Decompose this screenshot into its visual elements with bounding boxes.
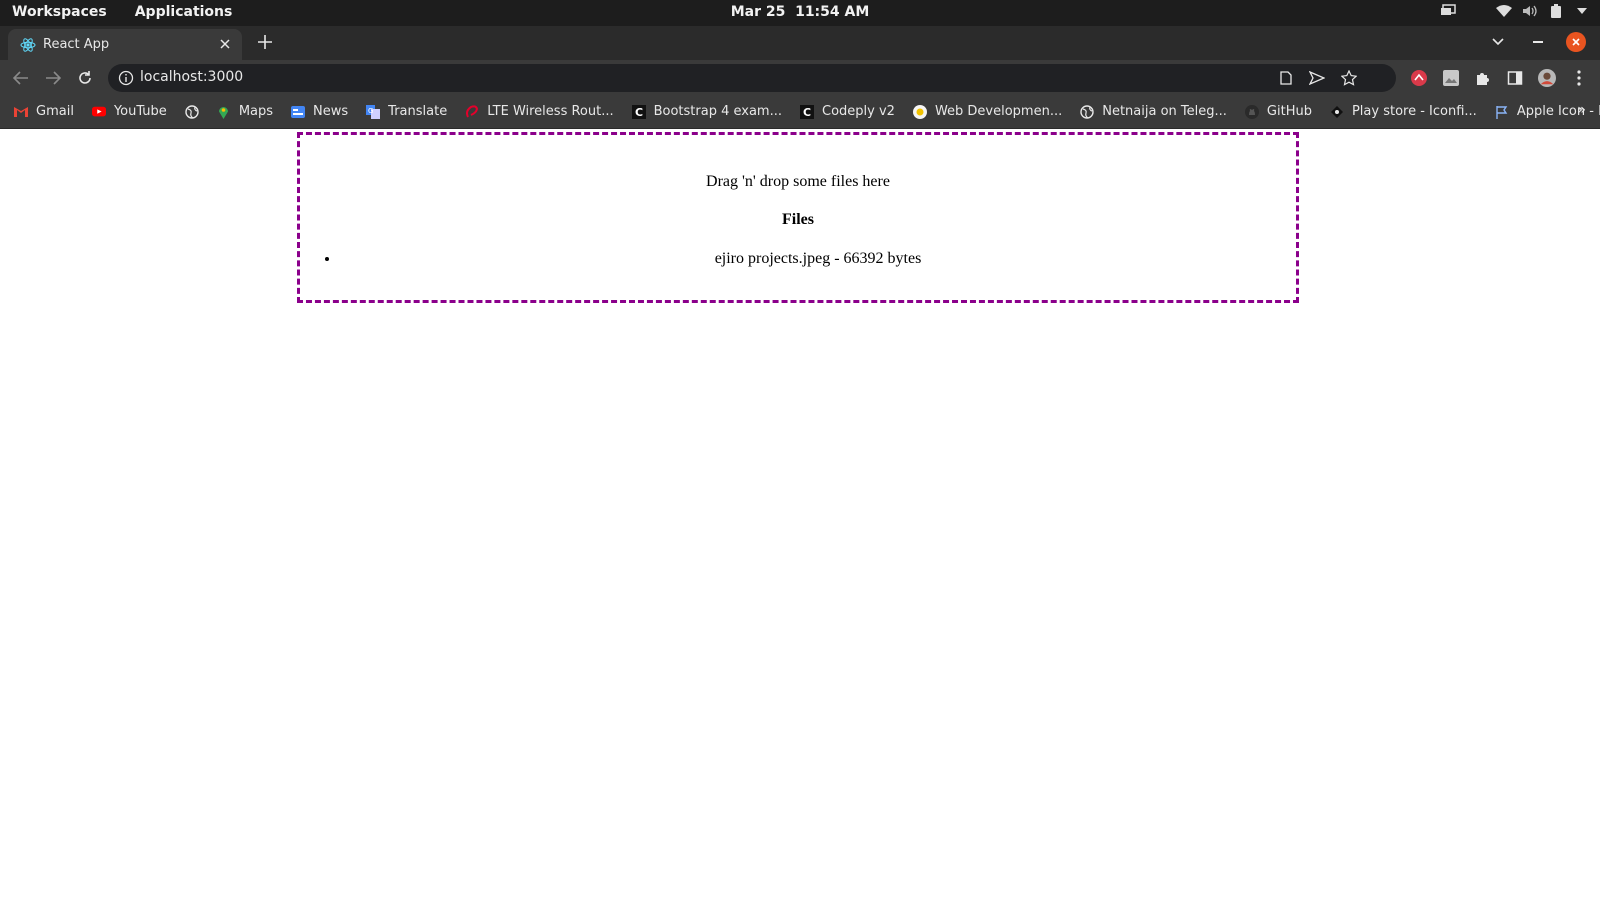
new-tab-plus-icon[interactable]	[254, 31, 276, 53]
more-bookmarks-chevron-icon[interactable]: »	[1577, 102, 1586, 118]
clock-time[interactable]: 11:54 AM	[795, 4, 869, 20]
bookmark-codeply[interactable]: C Codeply v2	[800, 104, 895, 119]
wifi-icon[interactable]	[1496, 3, 1512, 19]
address-bar[interactable]: localhost:3000	[108, 64, 1396, 92]
tab-strip: React App	[0, 26, 1600, 60]
extensions-puzzle-icon[interactable]	[1474, 69, 1492, 87]
profile-avatar-icon[interactable]	[1538, 69, 1556, 87]
svg-text:C: C	[803, 106, 811, 119]
tab-close-icon[interactable]	[216, 35, 234, 53]
tab-react-app[interactable]: React App	[8, 29, 242, 60]
reload-icon[interactable]	[74, 67, 96, 89]
list-item: ejiro projects.jpeg - 66392 bytes	[340, 250, 1296, 268]
extension-red-icon[interactable]	[1410, 69, 1428, 87]
bookmark-label: News	[313, 104, 349, 119]
bookmark-label: Gmail	[36, 104, 74, 119]
news-icon	[291, 105, 306, 119]
bookmark-label: YouTube	[113, 104, 167, 119]
iconfinder-icon	[1330, 105, 1344, 119]
kebab-menu-icon[interactable]	[1570, 69, 1588, 87]
youtube-icon	[91, 105, 106, 119]
window-close-icon[interactable]	[1566, 32, 1586, 52]
bookmark-github[interactable]: GitHub	[1244, 104, 1312, 119]
clock[interactable]: Mar 25 11:54 AM	[0, 4, 1600, 20]
codeply-c-icon: C	[631, 104, 646, 119]
send-icon[interactable]	[1309, 70, 1325, 86]
airtel-icon	[465, 104, 479, 119]
bookmark-globe[interactable]	[185, 104, 199, 119]
bookmarks-bar: Gmail YouTube Maps News G Translate LTE …	[0, 96, 1600, 129]
codeply-c-icon: C	[800, 104, 814, 119]
bookmark-label: LTE Wireless Rout...	[487, 104, 614, 119]
side-panel-icon[interactable]	[1506, 69, 1524, 87]
bookmark-translate[interactable]: G Translate	[366, 104, 447, 119]
url-text[interactable]: localhost:3000	[140, 69, 243, 85]
bookmark-star-icon[interactable]	[1341, 70, 1357, 86]
react-logo-icon	[20, 37, 36, 53]
applications-menu[interactable]: Applications	[135, 4, 233, 20]
extension-picture-icon[interactable]	[1442, 69, 1460, 87]
bookmark-label: Maps	[238, 104, 274, 119]
bookmark-label: Translate	[388, 104, 448, 119]
flag-icon	[1495, 105, 1509, 119]
forward-arrow-icon[interactable]	[42, 67, 64, 89]
web-dev-icon	[912, 104, 927, 119]
workspaces-menu[interactable]: Workspaces	[12, 4, 107, 20]
translate-icon: G	[366, 104, 381, 119]
volume-icon[interactable]	[1522, 3, 1538, 19]
bookmark-label: Web Developmen...	[934, 104, 1063, 119]
github-icon	[1244, 104, 1259, 119]
back-arrow-icon[interactable]	[10, 67, 32, 89]
os-top-bar: Workspaces Applications Mar 25 11:54 AM	[0, 0, 1600, 26]
page-icon[interactable]	[1278, 70, 1294, 86]
screen-share-icon[interactable]	[1440, 3, 1456, 19]
bookmark-label: Bootstrap 4 exam...	[653, 104, 782, 119]
bookmark-label: GitHub	[1266, 104, 1312, 119]
toolbar: localhost:3000	[0, 60, 1600, 96]
bookmark-netnaija[interactable]: Netnaija on Teleg...	[1080, 104, 1227, 119]
gmail-icon	[14, 105, 28, 119]
minimize-icon[interactable]	[1526, 30, 1550, 54]
file-dropzone[interactable]: Drag 'n' drop some files here Files ejir…	[297, 132, 1299, 303]
bookmark-news[interactable]: News	[291, 104, 348, 119]
bookmark-label: Play store - Iconfi...	[1351, 104, 1477, 119]
battery-icon[interactable]	[1548, 3, 1564, 19]
bookmark-label: Netnaija on Teleg...	[1102, 104, 1227, 119]
bookmark-gmail[interactable]: Gmail	[14, 104, 74, 119]
maps-pin-icon	[217, 105, 231, 119]
globe-icon	[185, 104, 199, 119]
file-size: 66392 bytes	[843, 250, 922, 267]
bookmark-web-development[interactable]: Web Developmen...	[912, 104, 1063, 119]
files-heading: Files	[782, 211, 814, 228]
tab-title: React App	[43, 37, 110, 52]
bookmark-lte-router[interactable]: LTE Wireless Rout...	[465, 104, 614, 119]
bookmark-youtube[interactable]: YouTube	[91, 104, 167, 119]
site-info-icon[interactable]	[118, 70, 134, 86]
tab-search-chevron-down-icon[interactable]	[1486, 30, 1510, 54]
bookmark-maps[interactable]: Maps	[217, 104, 273, 119]
svg-text:C: C	[635, 106, 643, 119]
file-name: ejiro projects.jpeg	[714, 250, 831, 267]
system-menu-chevron-down-icon[interactable]	[1574, 3, 1590, 19]
bookmark-bootstrap[interactable]: C Bootstrap 4 exam...	[631, 104, 782, 119]
dropzone-instructions: Drag 'n' drop some files here	[706, 173, 890, 190]
bookmark-play-store-iconfinder[interactable]: Play store - Iconfi...	[1330, 104, 1477, 119]
globe-icon	[1080, 104, 1094, 119]
clock-date[interactable]: Mar 25	[731, 4, 786, 20]
bookmark-label: Codeply v2	[822, 104, 895, 119]
bookmark-label: Apple Icon - Bran...	[1516, 104, 1600, 119]
svg-text:G: G	[368, 107, 373, 115]
file-list: ejiro projects.jpeg - 66392 bytes	[300, 250, 1296, 268]
